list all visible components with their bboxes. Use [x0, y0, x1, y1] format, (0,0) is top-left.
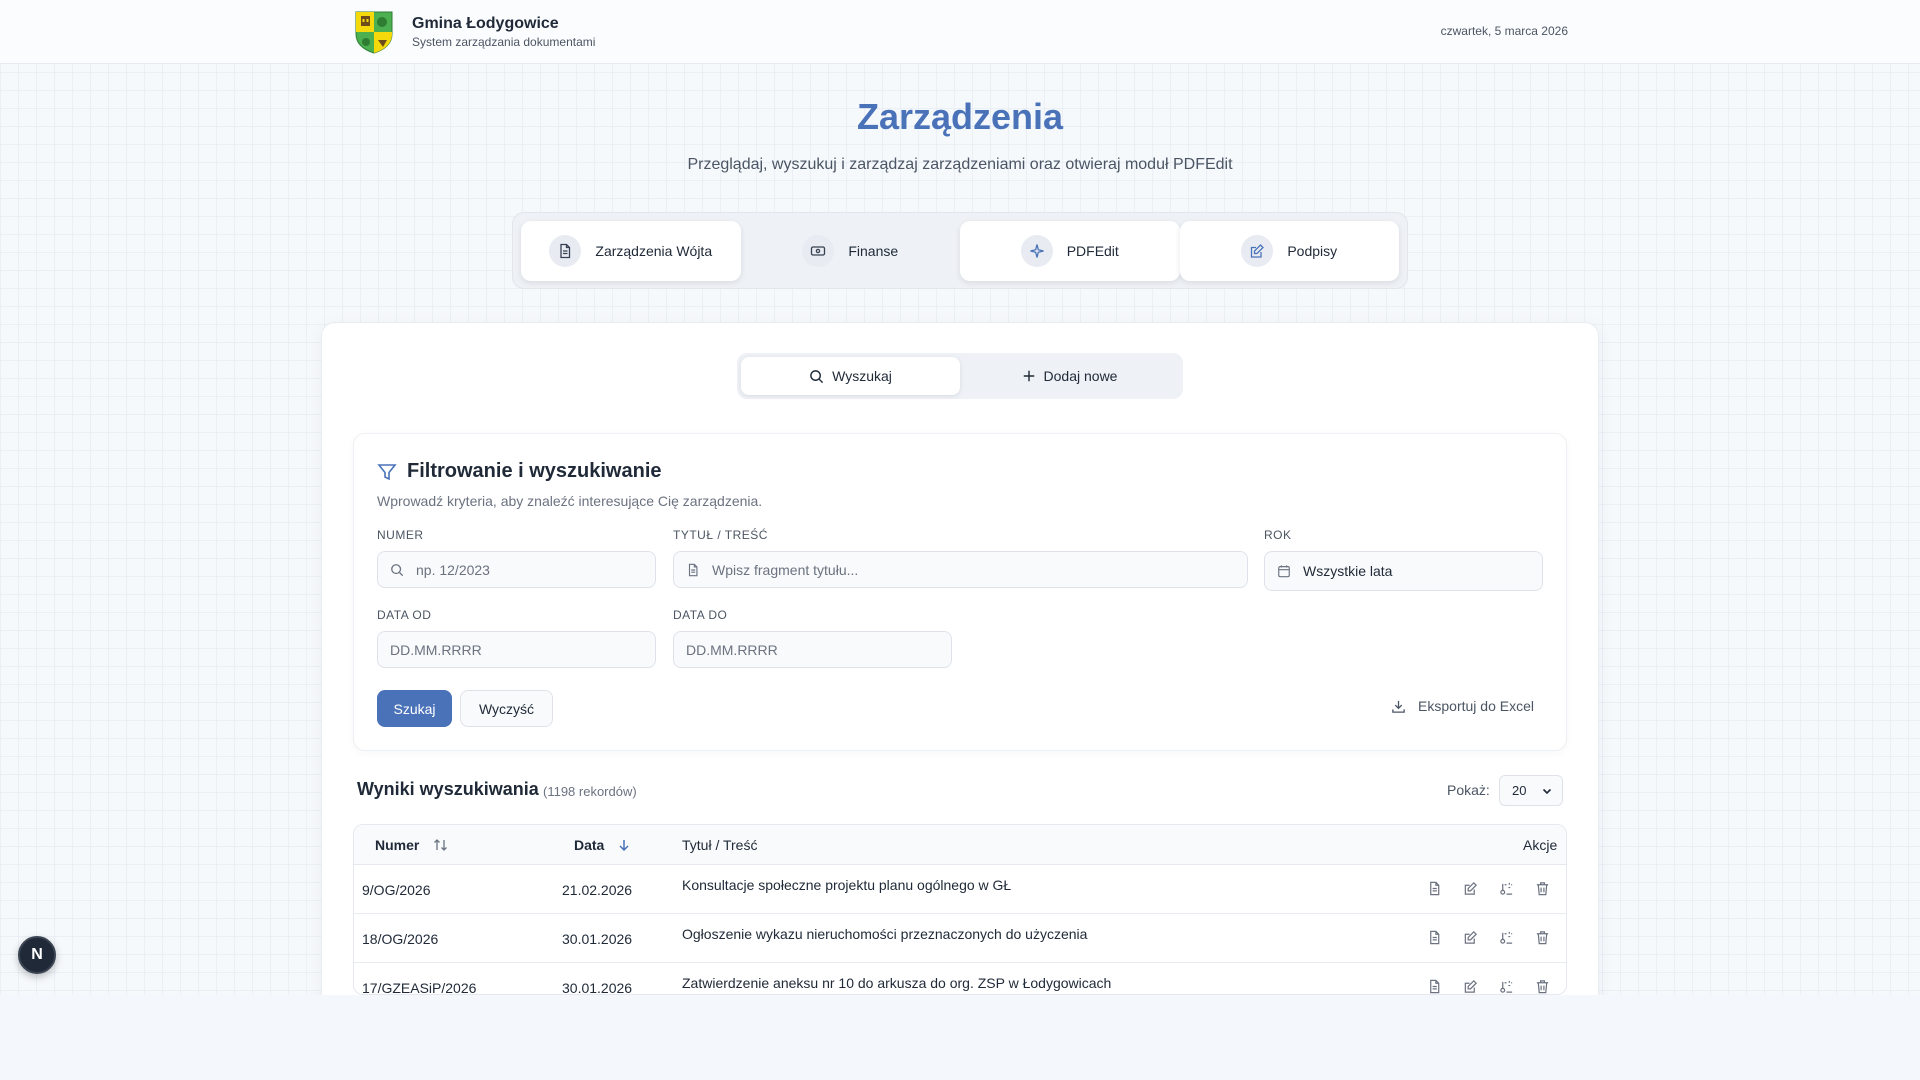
current-date: czwartek, 5 marca 2026 — [1440, 24, 1568, 38]
add-new-button[interactable]: Dodaj nowe — [960, 357, 1179, 395]
signature-icon[interactable] — [1497, 879, 1516, 898]
plus-icon — [1023, 370, 1034, 382]
results-title: Wyniki wyszukiwania — [357, 779, 539, 799]
date-to-placeholder: DD.MM.RRRR — [686, 641, 778, 658]
number-label: NUMER — [377, 528, 424, 542]
add-new-label: Dodaj nowe — [1043, 368, 1118, 384]
view-switcher: Wyszukaj Dodaj nowe — [737, 353, 1183, 399]
year-label: ROK — [1264, 528, 1292, 542]
sparkle-icon — [1020, 235, 1053, 267]
trash-icon[interactable] — [1533, 928, 1552, 947]
page-size-value: 20 — [1512, 783, 1527, 798]
download-icon — [1392, 700, 1405, 713]
number-placeholder: np. 12/2023 — [416, 561, 490, 578]
column-number-header[interactable]: Numer — [375, 837, 449, 853]
year-value: Wszystkie lata — [1303, 563, 1393, 579]
column-actions-header: Akcje — [1523, 837, 1558, 853]
municipality-crest-icon — [355, 11, 393, 54]
filter-title: Filtrowanie i wyszukiwanie — [377, 460, 662, 483]
tab-label: PDFEdit — [1066, 243, 1119, 259]
year-select[interactable]: Wszystkie lata — [1264, 551, 1543, 591]
row-date: 30.01.2026 — [562, 980, 633, 995]
filter-description: Wprowadź kryteria, aby znaleźć interesuj… — [377, 493, 763, 509]
document-icon — [549, 235, 582, 267]
column-date-label: Data — [574, 837, 605, 853]
row-date: 21.02.2026 — [562, 882, 633, 898]
trash-icon[interactable] — [1533, 879, 1552, 898]
date-from-input[interactable]: DD.MM.RRRR — [377, 631, 656, 668]
number-input[interactable]: np. 12/2023 — [377, 551, 656, 588]
tab-label: Finanse — [848, 243, 899, 259]
search-view-label: Wyszukaj — [832, 368, 892, 384]
edit-icon — [1241, 235, 1274, 267]
row-title: Zatwierdzenie aneksu nr 10 do arkusza do… — [682, 975, 1112, 991]
module-tabs: Zarządzenia Wójta Finanse PDFEdit Podpis… — [512, 212, 1408, 289]
page-bottom-mask — [0, 995, 1920, 1080]
row-date: 30.01.2026 — [562, 931, 633, 947]
tab-podpisy[interactable]: Podpisy — [1179, 221, 1399, 281]
results-count: (1198 rekordów) — [543, 784, 637, 799]
sort-icon — [434, 839, 448, 851]
row-number: 17/GZEASiP/2026 — [362, 980, 477, 995]
view-document-icon[interactable] — [1425, 977, 1444, 994]
sort-down-icon — [619, 840, 629, 852]
page-size-label: Pokaż: — [1447, 782, 1490, 798]
date-to-label: DATA DO — [673, 608, 728, 622]
top-bar: Gmina Łodygowice System zarządzania doku… — [0, 0, 1920, 64]
tab-label: Podpisy — [1287, 243, 1338, 259]
filter-icon — [377, 463, 397, 480]
table-row[interactable]: 17/GZEASiP/2026 30.01.2026 Zatwierdzenie… — [354, 963, 1566, 995]
calendar-icon — [1278, 565, 1290, 578]
page-size-select[interactable]: 20 — [1499, 775, 1563, 806]
tab-finanse[interactable]: Finanse — [741, 221, 961, 281]
column-number-label: Numer — [375, 837, 420, 853]
table-row[interactable]: 9/OG/2026 21.02.2026 Konsultacje społecz… — [354, 865, 1566, 914]
row-number: 18/OG/2026 — [362, 931, 439, 947]
page-subtitle: Przeglądaj, wyszukuj i zarządzaj zarządz… — [687, 156, 1233, 173]
view-document-icon[interactable] — [1425, 928, 1444, 947]
search-button[interactable]: Szukaj — [377, 690, 452, 727]
clear-button[interactable]: Wyczyść — [460, 690, 553, 727]
row-title: Konsultacje społeczne projektu planu ogó… — [682, 877, 1012, 893]
search-view-button[interactable]: Wyszukaj — [741, 357, 960, 395]
search-icon — [391, 563, 404, 576]
brand-subtitle: System zarządzania dokumentami — [412, 35, 596, 49]
signature-icon[interactable] — [1497, 977, 1516, 994]
table-row[interactable]: 18/OG/2026 30.01.2026 Ogłoszenie wykazu … — [354, 914, 1566, 963]
chevron-down-icon — [1542, 788, 1552, 794]
tab-label: Zarządzenia Wójta — [595, 243, 713, 259]
search-icon — [810, 369, 824, 383]
date-from-placeholder: DD.MM.RRRR — [390, 641, 482, 658]
filter-title-text: Filtrowanie i wyszukiwanie — [407, 460, 662, 482]
export-label: Eksportuj do Excel — [1418, 698, 1534, 714]
brand-name: Gmina Łodygowice — [412, 15, 559, 32]
column-title-header: Tytuł / Treść — [682, 837, 758, 853]
title-placeholder: Wpisz fragment tytułu... — [712, 561, 859, 578]
title-input[interactable]: Wpisz fragment tytułu... — [673, 551, 1248, 588]
table-header: Numer Data Tytuł / Treść Akcje — [354, 825, 1566, 865]
edit-icon[interactable] — [1461, 879, 1480, 898]
tab-zarzadzenia-wojta[interactable]: Zarządzenia Wójta — [521, 221, 741, 281]
edit-icon[interactable] — [1461, 977, 1480, 994]
view-document-icon[interactable] — [1425, 879, 1444, 898]
row-actions — [1425, 879, 1552, 898]
document-icon — [688, 563, 698, 576]
page-title: Zarządzenia — [856, 96, 1064, 137]
results-table: Numer Data Tytuł / Treść Akcje 9/OG/2026… — [353, 824, 1567, 995]
row-number: 9/OG/2026 — [362, 882, 431, 898]
column-date-header[interactable]: Data — [574, 837, 630, 853]
row-title: Ogłoszenie wykazu nieruchomości przeznac… — [682, 926, 1088, 942]
nextjs-devtools-button[interactable]: N — [18, 936, 56, 974]
export-excel-button[interactable]: Eksportuj do Excel — [1391, 698, 1534, 714]
title-label: TYTUŁ / TREŚĆ — [673, 528, 768, 542]
row-actions — [1425, 977, 1552, 994]
row-actions — [1425, 928, 1552, 947]
money-icon — [802, 235, 835, 267]
trash-icon[interactable] — [1533, 977, 1552, 994]
tab-pdfedit[interactable]: PDFEdit — [960, 221, 1180, 281]
signature-icon[interactable] — [1497, 928, 1516, 947]
edit-icon[interactable] — [1461, 928, 1480, 947]
date-to-input[interactable]: DD.MM.RRRR — [673, 631, 952, 668]
date-from-label: DATA OD — [377, 608, 432, 622]
